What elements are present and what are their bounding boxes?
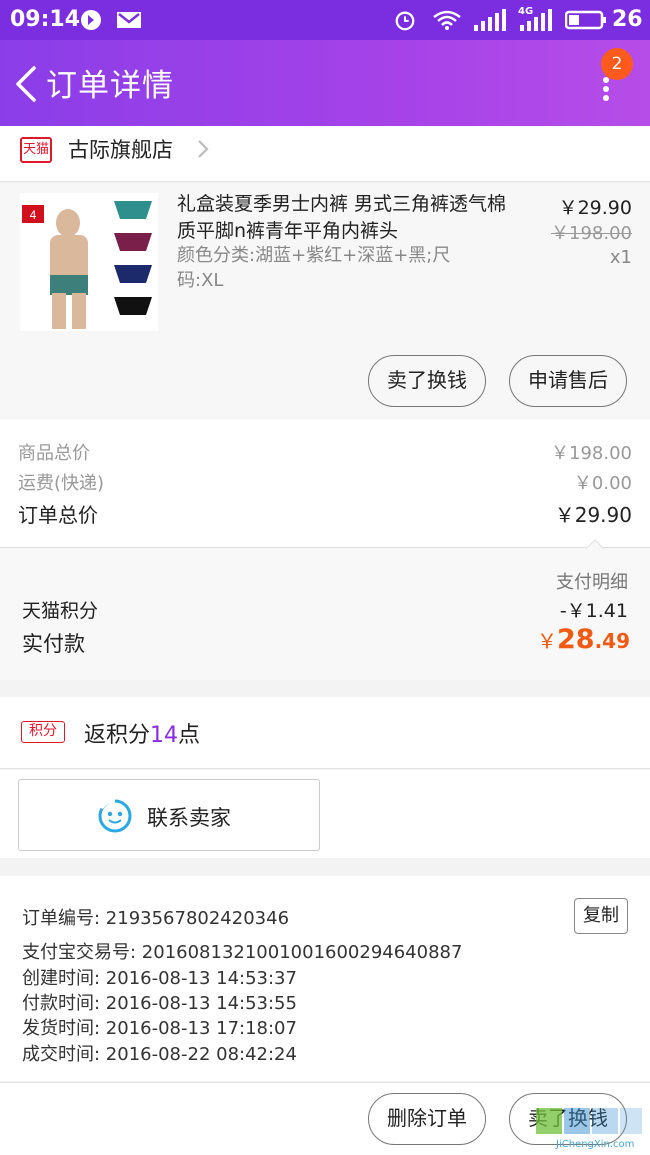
app-notification-icon bbox=[81, 10, 101, 30]
goods-total-label: 商品总价 bbox=[18, 443, 90, 464]
price-summary: 商品总价 ￥198.00 运费(快递) ￥0.00 订单总价 ￥29.90 bbox=[0, 419, 650, 548]
completed-time: 成交时间: 2016-08-22 08:42:24 bbox=[22, 1044, 297, 1065]
product-title: 礼盒装夏季男士内裤 男式三角裤透气棉质平脚n裤青年平角内裤头 bbox=[177, 193, 507, 242]
paid-time: 付款时间: 2016-08-13 14:53:55 bbox=[22, 993, 297, 1014]
wifi-icon bbox=[433, 10, 461, 30]
product-variant: 颜色分类:湖蓝+紫红+深蓝+黑;尺码:XL bbox=[177, 245, 451, 291]
copy-button[interactable]: 复制 bbox=[574, 898, 628, 934]
goods-total-value: ￥198.00 bbox=[551, 443, 632, 464]
payment-detail-link[interactable]: 支付明细 bbox=[548, 568, 628, 594]
watermark-text: JiChengXin.com bbox=[556, 1139, 635, 1150]
signal-icon bbox=[474, 9, 506, 31]
back-arrow-icon[interactable] bbox=[12, 64, 42, 104]
points-tag: 积分 bbox=[21, 721, 65, 743]
contact-seller-label: 联系卖家 bbox=[147, 806, 231, 830]
paid-decimal: .49 bbox=[594, 629, 630, 653]
thumb-count-label: 4 bbox=[30, 208, 37, 222]
chevron-right-icon bbox=[198, 140, 209, 158]
actual-paid-value: ￥28.49 bbox=[500, 624, 630, 655]
product-price: ￥29.90 bbox=[558, 197, 632, 219]
mail-icon bbox=[117, 12, 141, 28]
chat-bubble-icon bbox=[98, 798, 132, 833]
shipped-time: 发货时间: 2016-08-13 17:18:07 bbox=[22, 1018, 297, 1039]
shipping-value: ￥0.00 bbox=[573, 473, 632, 494]
created-time: 创建时间: 2016-08-13 14:53:37 bbox=[22, 968, 297, 989]
payment-section: 支付明细 天猫积分 -￥1.41 实付款 ￥28.49 bbox=[0, 539, 650, 680]
tmall-points-label: 天猫积分 bbox=[22, 600, 99, 622]
paid-integer: 28 bbox=[556, 624, 595, 655]
product-quantity: x1 bbox=[609, 247, 632, 268]
delete-order-button[interactable]: 删除订单 bbox=[368, 1093, 486, 1145]
paid-currency: ￥ bbox=[536, 629, 557, 653]
alipay-trade-number: 支付宝交易号: 2016081321001001600294640887 bbox=[22, 942, 463, 963]
tmall-logo: 天猫 bbox=[20, 137, 52, 163]
after-sales-button[interactable]: 申请售后 bbox=[509, 355, 627, 407]
points-number: 14 bbox=[150, 723, 179, 748]
watermark-logo bbox=[536, 1108, 642, 1134]
app-header: 订单详情 2 bbox=[0, 40, 650, 126]
resell-button[interactable]: 卖了换钱 bbox=[368, 355, 486, 407]
points-reward-row: 积分 返积分14点 bbox=[0, 697, 650, 769]
battery-icon bbox=[565, 10, 606, 30]
product-item[interactable]: 4 礼盒装夏季男士内裤 男式三角裤透气棉质平脚n裤青年平角内裤头 颜色分类:湖蓝… bbox=[0, 183, 650, 419]
product-thumbnail[interactable]: 4 bbox=[20, 193, 158, 331]
battery-percentage: 26 bbox=[612, 7, 643, 32]
shop-row[interactable]: 天猫 古际旗舰店 bbox=[0, 126, 650, 182]
product-original-price: ￥198.00 bbox=[551, 223, 632, 244]
points-prefix: 返积分 bbox=[84, 723, 151, 748]
status-time: 09:14 bbox=[10, 7, 81, 32]
order-total-label: 订单总价 bbox=[18, 503, 98, 527]
order-detail-page: 09:14 4G 26 订单详情 2 天猫 古际旗舰店 4 礼盒装夏季男士内裤 … bbox=[0, 0, 650, 1155]
contact-seller-button[interactable]: 联系卖家 bbox=[18, 779, 320, 851]
goods-total-row: 商品总价 ￥198.00 bbox=[18, 439, 632, 465]
tmall-points-value: -￥1.41 bbox=[559, 600, 628, 622]
contact-area: 联系卖家 bbox=[0, 770, 650, 858]
order-total-row: 订单总价 ￥29.90 bbox=[18, 499, 632, 528]
points-reward-text: 返积分14点 bbox=[84, 717, 200, 749]
actual-paid-label: 实付款 bbox=[22, 632, 85, 656]
shop-name: 古际旗舰店 bbox=[68, 138, 173, 162]
order-number: 订单编号: 2193567802420346 bbox=[22, 908, 290, 929]
points-suffix: 点 bbox=[178, 723, 201, 748]
order-total-value: ￥29.90 bbox=[554, 503, 632, 527]
order-info: 订单编号: 2193567802420346 复制 支付宝交易号: 201608… bbox=[0, 876, 650, 1081]
shipping-label: 运费(快递) bbox=[18, 473, 105, 494]
signal-4g-icon bbox=[520, 9, 552, 31]
page-title: 订单详情 bbox=[46, 68, 174, 104]
alarm-icon bbox=[395, 11, 415, 31]
caret-up-icon bbox=[586, 539, 604, 549]
notification-badge: 2 bbox=[601, 48, 633, 80]
shipping-row: 运费(快递) ￥0.00 bbox=[18, 469, 632, 495]
status-bar: 09:14 4G 26 bbox=[0, 0, 650, 40]
